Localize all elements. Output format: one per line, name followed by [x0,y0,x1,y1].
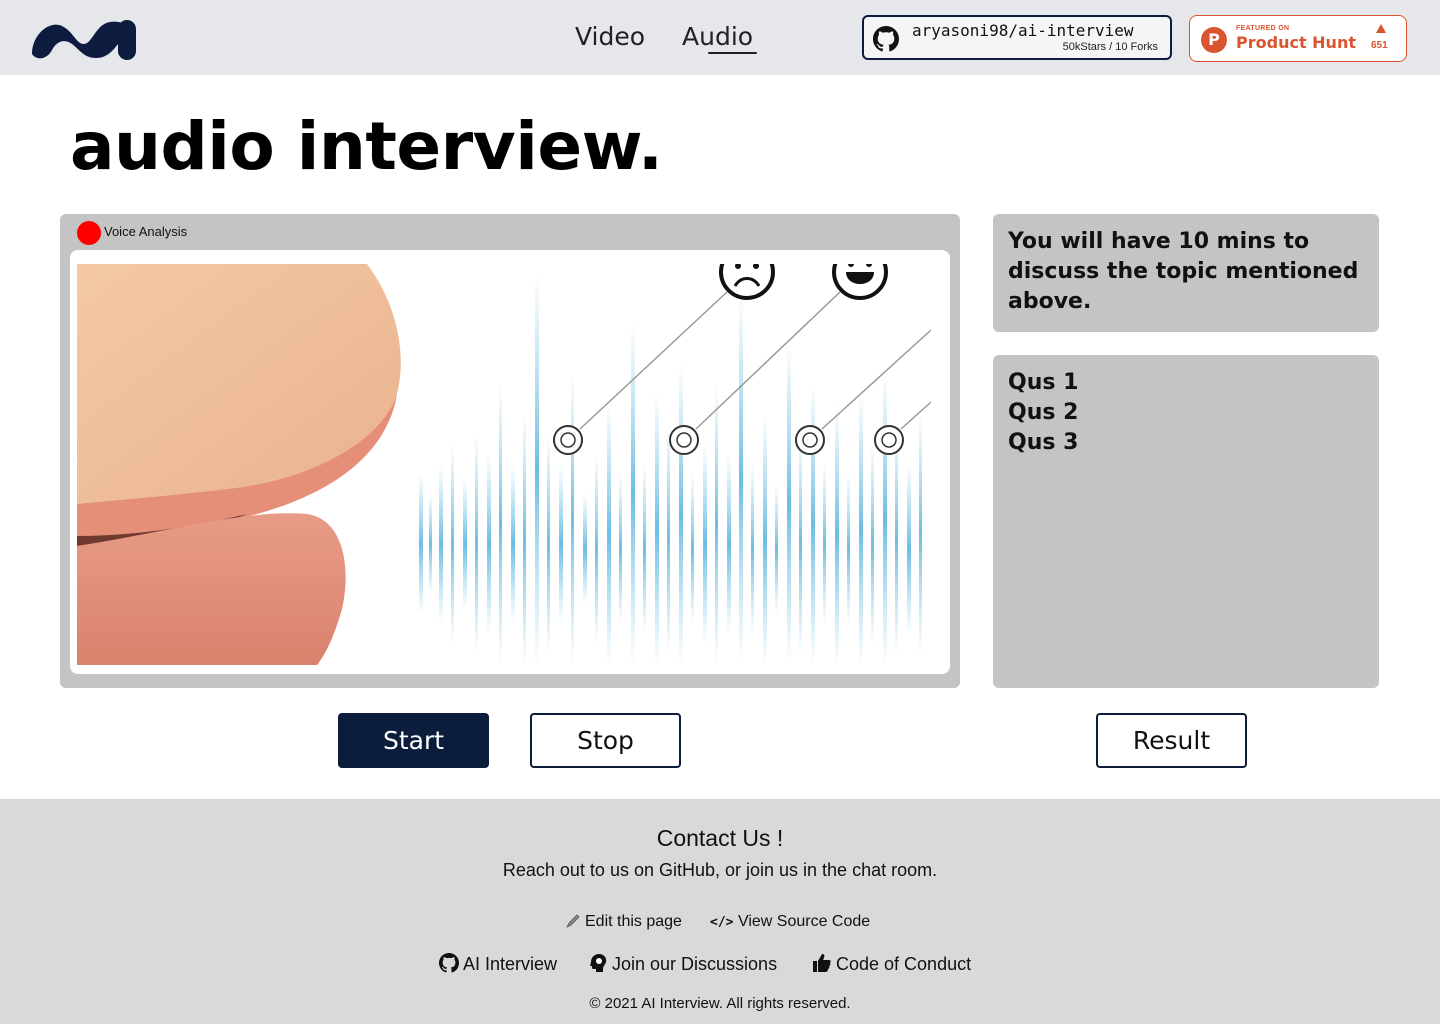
ai-interview-label: AI Interview [463,954,558,974]
voice-analysis-panel: Voice Analysis [60,214,960,688]
question-item: Qus 1 [1008,370,1079,395]
ai-interview-link[interactable]: AI Interview [439,953,557,975]
product-hunt-badge[interactable]: P FEATURED ON Product Hunt 651 [1189,15,1407,62]
result-button[interactable]: Result [1096,713,1247,768]
discussions-link[interactable]: Join our Discussions [588,953,777,975]
github-repo-name: aryasoni98/ai-interview [912,21,1134,40]
top-navbar: Video Audio aryasoni98/ai-interview 50kS… [0,0,1440,75]
github-repo-badge[interactable]: aryasoni98/ai-interview 50kStars / 10 Fo… [862,15,1172,60]
copyright: © 2021 AI Interview. All rights reserved… [589,995,851,1012]
code-of-conduct-label: Code of Conduct [836,954,972,974]
start-button[interactable]: Start [338,713,489,768]
github-repo-stats: 50kStars / 10 Forks [1062,41,1158,53]
edit-page-link[interactable]: Edit this page [565,913,682,931]
ph-featured-label: FEATURED ON [1236,25,1290,32]
contact-subtitle: Reach out to us on GitHub, or join us in… [502,860,938,880]
contact-title: Contact Us ! [656,825,784,851]
pencil-icon [566,914,580,928]
instructions-text: You will have 10 mins to discuss the top… [1008,229,1359,314]
nav-audio[interactable]: Audio [682,22,753,51]
voice-analysis-label: Voice Analysis [104,224,188,239]
product-hunt-icon: P [1201,27,1227,53]
github-icon [873,26,899,52]
edit-page-label: Edit this page [585,913,682,930]
github-icon [439,953,459,973]
recording-indicator [77,221,101,245]
footer: Contact Us ! Reach out to us on GitHub, … [0,799,1440,1024]
brain-head-icon [590,954,607,972]
voice-analysis-media [70,250,950,674]
nav-video[interactable]: Video [575,22,645,51]
view-source-label: View Source Code [737,913,871,930]
thumbs-up-icon [813,954,831,972]
code-of-conduct-link[interactable]: Code of Conduct [812,953,971,975]
nav-active-underline [708,52,757,54]
voice-analysis-illustration [77,264,931,665]
ph-upvote-count: 651 [1371,40,1388,51]
upvote-arrow-icon [1376,24,1386,33]
questions-card: Qus 1 Qus 2 Qus 3 [993,355,1379,688]
view-source-link[interactable]: </> View Source Code [710,913,870,931]
question-item: Qus 2 [1008,400,1079,425]
page-title: audio interview. [70,108,663,185]
stop-button[interactable]: Stop [530,713,681,768]
ph-name: Product Hunt [1236,33,1356,52]
instructions-card: You will have 10 mins to discuss the top… [993,214,1379,332]
question-item: Qus 3 [1008,430,1079,455]
discussions-label: Join our Discussions [612,954,778,974]
brand-logo[interactable] [26,14,138,62]
code-icon: </> [710,915,734,930]
